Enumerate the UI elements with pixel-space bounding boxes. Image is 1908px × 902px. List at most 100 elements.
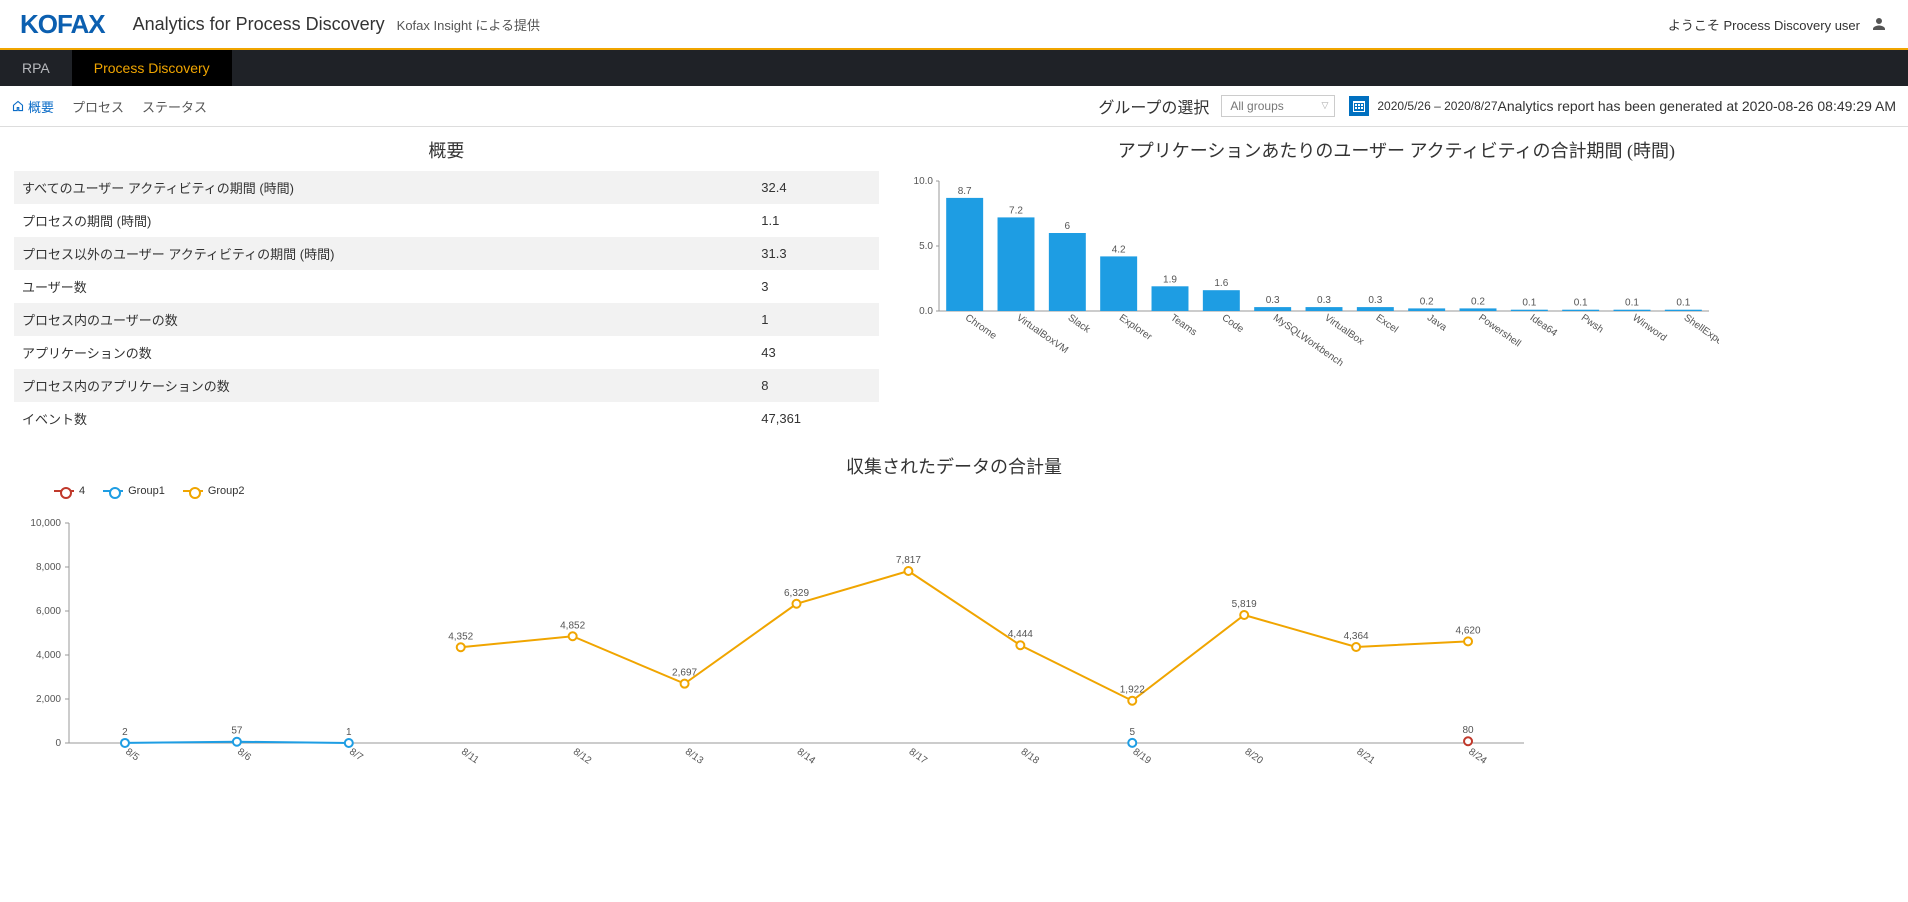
bar-chart-title: アプリケーションあたりのユーザー アクティビティの合計期間 (時間) [899,137,1894,163]
svg-text:VirtualBox: VirtualBox [1322,312,1366,347]
table-row: ユーザー数3 [14,270,879,303]
subnav-overview[interactable]: 概要 [28,97,54,116]
svg-text:6: 6 [1064,221,1070,232]
svg-text:2,697: 2,697 [672,668,697,679]
svg-text:8,000: 8,000 [36,562,61,573]
svg-text:8.7: 8.7 [958,186,972,197]
line-chart-legend: 4 Group1 Group2 [14,485,1894,497]
line-chart: 02,0004,0006,0008,00010,0008/58/68/78/11… [14,503,1894,783]
summary-label: アプリケーションの数 [14,336,753,369]
summary-label: イベント数 [14,402,753,435]
svg-text:8/14: 8/14 [795,746,818,766]
svg-text:8/21: 8/21 [1354,746,1377,766]
svg-text:1.6: 1.6 [1214,278,1228,289]
subnav-status[interactable]: ステータス [142,97,207,116]
summary-value: 1.1 [753,204,879,237]
svg-text:2: 2 [122,727,128,738]
table-row: プロセス内のアプリケーションの数8 [14,369,879,402]
svg-text:0.0: 0.0 [919,306,933,317]
summary-label: プロセスの期間 (時間) [14,204,753,237]
svg-text:4,852: 4,852 [560,620,585,631]
table-row: イベント数47,361 [14,402,879,435]
welcome-text: ようこそ Process Discovery user [1668,15,1860,34]
summary-label: プロセス内のアプリケーションの数 [14,369,753,402]
legend-item-group1[interactable]: Group1 [103,485,165,497]
svg-text:8/17: 8/17 [907,746,930,766]
svg-text:Excel: Excel [1373,312,1399,335]
group-select-label: グループの選択 [1098,94,1209,118]
summary-label: すべてのユーザー アクティビティの期間 (時間) [14,171,753,204]
svg-text:57: 57 [231,726,243,737]
user-icon[interactable] [1870,15,1888,33]
svg-text:8/19: 8/19 [1131,746,1154,766]
svg-text:8/6: 8/6 [235,746,253,763]
subnav-process[interactable]: プロセス [72,97,124,116]
svg-text:6,329: 6,329 [784,588,809,599]
date-range: 2020/5/26 – 2020/8/27 [1377,99,1497,113]
svg-text:4.2: 4.2 [1112,244,1126,255]
svg-text:1.9: 1.9 [1163,274,1177,285]
svg-text:6,000: 6,000 [36,606,61,617]
svg-text:Chrome: Chrome [963,312,999,342]
svg-text:0.3: 0.3 [1266,295,1280,306]
svg-text:8/12: 8/12 [571,746,594,766]
home-icon [12,100,24,112]
svg-text:1,922: 1,922 [1120,685,1145,696]
svg-text:4,364: 4,364 [1344,631,1369,642]
summary-label: プロセス以外のユーザー アクティビティの期間 (時間) [14,237,753,270]
summary-value: 31.3 [753,237,879,270]
svg-text:80: 80 [1462,725,1474,736]
tab-rpa[interactable]: RPA [0,50,72,86]
line-chart-title: 収集されたデータの合計量 [14,453,1894,479]
svg-text:0.1: 0.1 [1625,298,1639,309]
svg-text:8/5: 8/5 [123,746,141,763]
table-row: アプリケーションの数43 [14,336,879,369]
svg-text:Slack: Slack [1065,312,1092,336]
svg-text:Java: Java [1425,312,1449,333]
summary-label: プロセス内のユーザーの数 [14,303,753,336]
svg-text:1: 1 [346,727,352,738]
svg-text:5,819: 5,819 [1232,599,1257,610]
legend-item-group2[interactable]: Group2 [183,485,245,497]
svg-text:0.2: 0.2 [1471,296,1485,307]
svg-text:4,444: 4,444 [1008,629,1033,640]
svg-text:Teams: Teams [1168,312,1198,338]
svg-text:10,000: 10,000 [30,518,61,529]
svg-text:VirtualBoxVM: VirtualBoxVM [1014,312,1070,356]
svg-text:8/13: 8/13 [683,746,706,766]
legend-item-4[interactable]: 4 [54,485,85,497]
top-bar: KOFAX Analytics for Process Discovery Ko… [0,0,1908,50]
svg-text:0.1: 0.1 [1522,298,1536,309]
svg-text:4,000: 4,000 [36,650,61,661]
svg-text:8/11: 8/11 [459,746,481,766]
svg-text:2,000: 2,000 [36,694,61,705]
table-row: すべてのユーザー アクティビティの期間 (時間)32.4 [14,171,879,204]
svg-text:0.3: 0.3 [1368,295,1382,306]
svg-text:Pwsh: Pwsh [1579,312,1605,335]
svg-text:4,620: 4,620 [1456,625,1481,636]
summary-value: 32.4 [753,171,879,204]
svg-text:7.2: 7.2 [1009,205,1023,216]
svg-text:7,817: 7,817 [896,555,921,566]
svg-text:8/7: 8/7 [347,746,365,763]
table-row: プロセス以外のユーザー アクティビティの期間 (時間)31.3 [14,237,879,270]
svg-text:Powershell: Powershell [1476,312,1522,349]
app-title: Analytics for Process Discovery [133,14,385,35]
bar-chart: 0.05.010.08.7Chrome7.2VirtualBoxVM6Slack… [899,171,1894,371]
svg-text:8/24: 8/24 [1466,746,1489,766]
svg-text:0.1: 0.1 [1574,298,1588,309]
summary-value: 8 [753,369,879,402]
group-select[interactable]: All groups [1221,95,1335,117]
svg-text:5: 5 [1129,727,1135,738]
svg-text:ShellExperienceHost: ShellExperienceHost [1681,312,1718,371]
table-row: プロセス内のユーザーの数1 [14,303,879,336]
svg-text:Idea64: Idea64 [1527,312,1559,339]
svg-text:10.0: 10.0 [913,176,933,187]
svg-text:Code: Code [1219,312,1245,335]
tab-process-discovery[interactable]: Process Discovery [72,50,232,86]
summary-table: すべてのユーザー アクティビティの期間 (時間)32.4プロセスの期間 (時間)… [14,171,879,435]
date-picker-button[interactable] [1349,96,1369,116]
svg-text:Winword: Winword [1630,312,1668,343]
generated-text: Analytics report has been generated at 2… [1498,98,1897,114]
summary-title: 概要 [14,137,879,163]
